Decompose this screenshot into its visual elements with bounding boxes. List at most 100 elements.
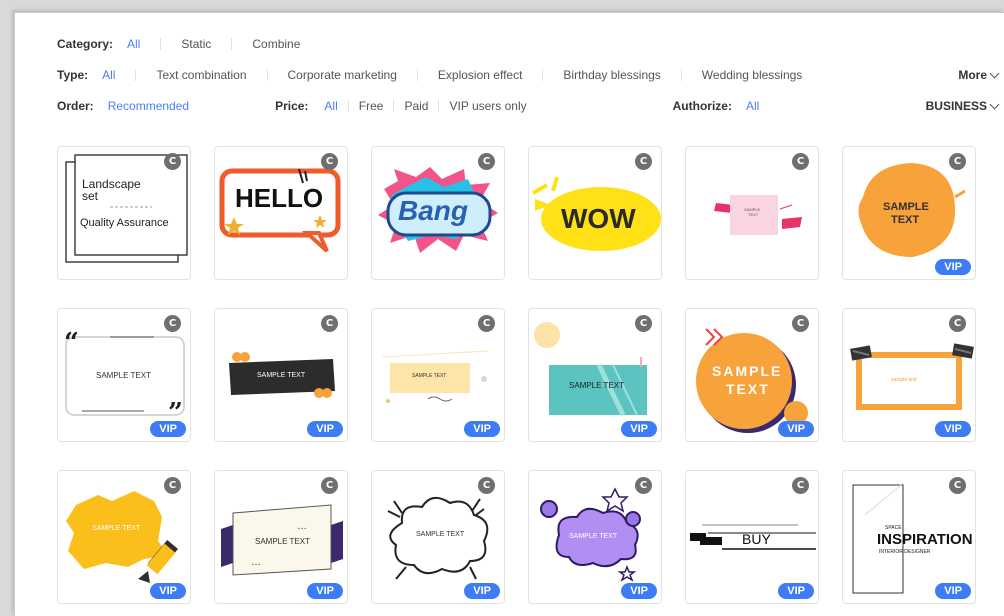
category-option-static[interactable]: Static — [161, 37, 231, 51]
authorize-label: Authorize: — [672, 99, 732, 113]
copyright-icon: C — [478, 477, 495, 494]
type-filter-row: Type: All Text combination Corporate mar… — [57, 66, 1000, 84]
order-label: Order: — [57, 99, 94, 113]
type-option-text-combination[interactable]: Text combination — [136, 68, 266, 82]
card-text: set — [82, 189, 99, 203]
card-text: INTERIOR DESIGNER — [879, 549, 931, 555]
copyright-icon: C — [321, 153, 338, 170]
copyright-icon: C — [792, 315, 809, 332]
type-option-all[interactable]: All — [102, 68, 135, 82]
copyright-icon: C — [635, 315, 652, 332]
copyright-icon: C — [164, 153, 181, 170]
card-text: SAMPLE TEXT — [569, 381, 624, 390]
card-text: sample text — [891, 377, 917, 383]
category-option-combine[interactable]: Combine — [232, 37, 320, 51]
vip-badge: VIP — [464, 421, 500, 437]
category-label: Category: — [57, 37, 114, 51]
copyright-icon: C — [164, 315, 181, 332]
copyright-icon: C — [949, 477, 966, 494]
template-card-hello[interactable]: HELLO C — [214, 146, 348, 280]
price-option-all[interactable]: All — [324, 99, 347, 113]
card-text: HELLO — [235, 183, 324, 213]
template-card-landscape-set[interactable]: Landscape set Quality Assurance C — [57, 146, 191, 280]
template-card-yellow-splash[interactable]: SAMPLE TEXT C VIP — [57, 470, 191, 604]
card-text: SAMPLE TEXT — [416, 531, 465, 538]
order-select[interactable]: Recommended — [108, 99, 209, 113]
vip-badge: VIP — [621, 421, 657, 437]
template-card-purple-cloud[interactable]: SAMPLE TEXT C VIP — [528, 470, 662, 604]
card-text: SAMPLE TEXT — [257, 372, 306, 379]
vip-badge: VIP — [778, 421, 814, 437]
template-card-pink-sample[interactable]: SAMPLE TEXT C — [685, 146, 819, 280]
svg-text:…: … — [251, 557, 261, 568]
template-browser-panel: Category: All Static Combine Type: All T… — [14, 12, 1004, 616]
card-text: BUY — [742, 531, 771, 547]
template-card-yellow-label[interactable]: SAMPLE TEXT C VIP — [371, 308, 505, 442]
type-option-wedding-blessings[interactable]: Wedding blessings — [682, 68, 823, 82]
business-dropdown[interactable]: BUSINESS — [925, 99, 1000, 113]
template-card-inspiration[interactable]: SPACE INSPIRATION INTERIOR DESIGNER C VI… — [842, 470, 976, 604]
template-card-quote-frame[interactable]: “ ” SAMPLE TEXT C VIP — [57, 308, 191, 442]
copyright-icon: C — [321, 315, 338, 332]
copyright-icon: C — [478, 153, 495, 170]
template-card-wow[interactable]: WOW C — [528, 146, 662, 280]
order-price-authorize-row: Order: Recommended Price: All Free Paid … — [57, 97, 1000, 115]
copyright-icon: C — [792, 153, 809, 170]
template-card-paper-banner[interactable]: … … SAMPLE TEXT C VIP — [214, 470, 348, 604]
vip-badge: VIP — [464, 583, 500, 599]
svg-text:…: … — [297, 521, 307, 532]
card-text: SAMPLE TEXT — [412, 373, 447, 379]
template-card-orange-brush[interactable]: SAMPLE TEXT C VIP — [842, 146, 976, 280]
card-text: SAMPLE — [712, 363, 783, 379]
template-card-dark-banner[interactable]: SAMPLE TEXT C VIP — [214, 308, 348, 442]
copyright-icon: C — [635, 153, 652, 170]
template-card-orange-circle[interactable]: SAMPLE TEXT C VIP — [685, 308, 819, 442]
type-option-birthday-blessings[interactable]: Birthday blessings — [543, 68, 680, 82]
vip-badge: VIP — [307, 421, 343, 437]
vip-badge: VIP — [935, 583, 971, 599]
copyright-icon: C — [635, 477, 652, 494]
card-text: TEXT — [726, 381, 770, 397]
card-text: INSPIRATION — [877, 531, 973, 548]
vip-badge: VIP — [307, 583, 343, 599]
copyright-icon: C — [792, 477, 809, 494]
vip-badge: VIP — [778, 583, 814, 599]
vip-badge: VIP — [150, 421, 186, 437]
card-text: Quality Assurance — [80, 217, 169, 229]
vip-badge: VIP — [150, 583, 186, 599]
more-dropdown[interactable]: More — [958, 68, 1000, 82]
chevron-down-icon — [989, 99, 1000, 109]
business-label: BUSINESS — [925, 99, 987, 113]
template-card-teal-box[interactable]: SAMPLE TEXT C VIP — [528, 308, 662, 442]
card-text: SAMPLE TEXT — [96, 371, 151, 380]
authorize-option-all[interactable]: All — [746, 99, 779, 113]
copyright-icon: C — [949, 315, 966, 332]
vip-badge: VIP — [621, 583, 657, 599]
copyright-icon: C — [949, 153, 966, 170]
copyright-icon: C — [478, 315, 495, 332]
template-card-buy[interactable]: BUY C VIP — [685, 470, 819, 604]
copyright-icon: C — [164, 477, 181, 494]
panel-edge — [15, 163, 31, 243]
template-card-bang[interactable]: Bang C — [371, 146, 505, 280]
template-card-comic-cloud[interactable]: SAMPLE TEXT C VIP — [371, 470, 505, 604]
card-text: SAMPLE — [883, 201, 929, 213]
type-label: Type: — [57, 68, 89, 82]
price-option-free[interactable]: Free — [349, 99, 394, 113]
price-option-vip-only[interactable]: VIP users only — [439, 99, 536, 113]
card-text: SAMPLE TEXT — [569, 533, 618, 540]
template-card-tape-frame[interactable]: sample text C VIP — [842, 308, 976, 442]
type-option-corporate-marketing[interactable]: Corporate marketing — [268, 68, 417, 82]
copyright-icon: C — [321, 477, 338, 494]
category-filter-row: Category: All Static Combine — [57, 35, 998, 53]
card-text: SAMPLE TEXT — [255, 537, 310, 546]
category-option-all[interactable]: All — [127, 37, 160, 51]
price-option-paid[interactable]: Paid — [394, 99, 438, 113]
vip-badge: VIP — [935, 421, 971, 437]
card-text: SAMPLE TEXT — [92, 525, 141, 532]
vip-badge: VIP — [935, 259, 971, 275]
card-text: WOW — [561, 203, 636, 234]
card-text: Bang — [398, 195, 468, 226]
more-label: More — [958, 68, 987, 82]
type-option-explosion-effect[interactable]: Explosion effect — [418, 68, 543, 82]
